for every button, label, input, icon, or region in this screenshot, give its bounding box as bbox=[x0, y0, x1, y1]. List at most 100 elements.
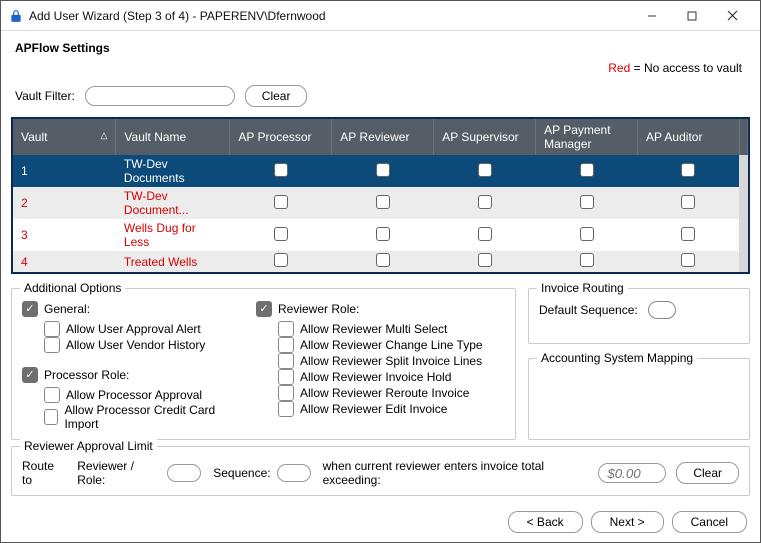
approval-clear-button[interactable]: Clear bbox=[676, 462, 739, 484]
grid-checkbox[interactable] bbox=[478, 253, 492, 267]
red-legend-word: Red bbox=[608, 61, 630, 75]
minimize-button[interactable] bbox=[632, 1, 672, 31]
grid-checkbox[interactable] bbox=[274, 227, 288, 241]
reviewer-option-checkbox[interactable] bbox=[278, 369, 294, 385]
grid-checkbox[interactable] bbox=[681, 163, 695, 177]
col-ap-auditor[interactable]: AP Auditor bbox=[637, 119, 739, 155]
maximize-button[interactable] bbox=[672, 1, 712, 31]
grid-checkbox[interactable] bbox=[681, 253, 695, 267]
next-button[interactable]: Next > bbox=[591, 511, 664, 533]
reviewer-role-label: Reviewer / Role: bbox=[77, 459, 161, 487]
col-ap-supervisor[interactable]: AP Supervisor bbox=[434, 119, 536, 155]
sequence-input[interactable] bbox=[277, 464, 311, 482]
grid-checkbox[interactable] bbox=[274, 253, 288, 267]
asm-legend: Accounting System Mapping bbox=[537, 351, 697, 365]
cell-vault-name: Treated Wells bbox=[116, 251, 230, 272]
reviewer-role-input[interactable] bbox=[167, 464, 201, 482]
table-row[interactable]: 2TW-Dev Document... bbox=[13, 187, 748, 219]
processor-option-checkbox[interactable] bbox=[44, 387, 60, 403]
col-ap-payment-manager[interactable]: AP Payment Manager bbox=[536, 119, 638, 155]
additional-options-legend: Additional Options bbox=[20, 281, 125, 295]
grid-checkbox[interactable] bbox=[580, 163, 594, 177]
scroll-gutter-cell bbox=[739, 155, 747, 187]
grid-checkbox[interactable] bbox=[274, 163, 288, 177]
general-option[interactable]: Allow User Approval Alert bbox=[44, 321, 232, 337]
cell-checkbox bbox=[536, 219, 638, 251]
reviewer-option-checkbox[interactable] bbox=[278, 353, 294, 369]
grid-checkbox[interactable] bbox=[376, 163, 390, 177]
cell-vault-id: 4 bbox=[13, 251, 116, 272]
default-sequence-label: Default Sequence: bbox=[539, 303, 638, 317]
cell-checkbox bbox=[332, 155, 434, 187]
general-option-checkbox[interactable] bbox=[44, 337, 60, 353]
processor-option-checkbox[interactable] bbox=[44, 409, 58, 425]
cancel-button[interactable]: Cancel bbox=[672, 511, 747, 533]
col-ap-reviewer[interactable]: AP Reviewer bbox=[332, 119, 434, 155]
vault-filter-input[interactable] bbox=[85, 86, 235, 106]
approval-legend: Reviewer Approval Limit bbox=[20, 439, 157, 453]
processor-checkbox[interactable] bbox=[22, 367, 38, 383]
reviewer-option-checkbox[interactable] bbox=[278, 401, 294, 417]
processor-option[interactable]: Allow Processor Approval bbox=[44, 387, 232, 403]
col-ap-processor[interactable]: AP Processor bbox=[230, 119, 332, 155]
reviewer-option-checkbox[interactable] bbox=[278, 337, 294, 353]
back-button[interactable]: < Back bbox=[508, 511, 583, 533]
cell-checkbox bbox=[637, 219, 739, 251]
reviewer-option[interactable]: Allow Reviewer Invoice Hold bbox=[278, 369, 483, 385]
table-row[interactable]: 3Wells Dug for Less bbox=[13, 219, 748, 251]
reviewer-option-checkbox[interactable] bbox=[278, 385, 294, 401]
reviewer-option[interactable]: Allow Reviewer Edit Invoice bbox=[278, 401, 483, 417]
default-sequence-input[interactable] bbox=[648, 301, 676, 319]
grid-checkbox[interactable] bbox=[376, 195, 390, 209]
vault-grid: Vault△ Vault Name AP Processor AP Review… bbox=[11, 117, 750, 274]
col-vault[interactable]: Vault△ bbox=[13, 119, 116, 155]
grid-checkbox[interactable] bbox=[580, 253, 594, 267]
reviewer-checkbox[interactable] bbox=[256, 301, 272, 317]
cell-vault-name: TW-Dev Document... bbox=[116, 187, 230, 219]
window-title: Add User Wizard (Step 3 of 4) - PAPERENV… bbox=[29, 9, 326, 23]
vault-filter-clear-button[interactable]: Clear bbox=[245, 85, 308, 107]
grid-checkbox[interactable] bbox=[681, 195, 695, 209]
vault-filter-row: Vault Filter: Clear bbox=[1, 81, 760, 117]
grid-header-row: Vault△ Vault Name AP Processor AP Review… bbox=[13, 119, 748, 155]
cell-checkbox bbox=[230, 155, 332, 187]
reviewer-option[interactable]: Allow Reviewer Change Line Type bbox=[278, 337, 483, 353]
general-header[interactable]: General: bbox=[22, 301, 232, 317]
when-text: when current reviewer enters invoice tot… bbox=[323, 459, 593, 487]
grid-checkbox[interactable] bbox=[274, 195, 288, 209]
invoice-routing-legend: Invoice Routing bbox=[537, 281, 628, 295]
reviewer-option[interactable]: Allow Reviewer Reroute Invoice bbox=[278, 385, 483, 401]
general-option-checkbox[interactable] bbox=[44, 321, 60, 337]
grid-checkbox[interactable] bbox=[580, 195, 594, 209]
table-row[interactable]: 1TW-Dev Documents bbox=[13, 155, 748, 187]
cell-vault-id: 3 bbox=[13, 219, 116, 251]
grid-checkbox[interactable] bbox=[376, 227, 390, 241]
grid-checkbox[interactable] bbox=[478, 227, 492, 241]
reviewer-option-label: Allow Reviewer Change Line Type bbox=[300, 338, 483, 352]
general-option-label: Allow User Approval Alert bbox=[66, 322, 201, 336]
grid-checkbox[interactable] bbox=[478, 163, 492, 177]
cell-checkbox bbox=[637, 187, 739, 219]
sequence-label: Sequence: bbox=[213, 466, 270, 480]
grid-checkbox[interactable] bbox=[580, 227, 594, 241]
general-checkbox[interactable] bbox=[22, 301, 38, 317]
cell-checkbox bbox=[332, 187, 434, 219]
reviewer-header[interactable]: Reviewer Role: bbox=[256, 301, 483, 317]
table-row[interactable]: 4Treated Wells bbox=[13, 251, 748, 272]
reviewer-option[interactable]: Allow Reviewer Split Invoice Lines bbox=[278, 353, 483, 369]
processor-option[interactable]: Allow Processor Credit Card Import bbox=[44, 403, 232, 431]
scroll-gutter-cell bbox=[739, 219, 747, 251]
grid-checkbox[interactable] bbox=[681, 227, 695, 241]
cell-checkbox bbox=[230, 219, 332, 251]
close-button[interactable] bbox=[712, 1, 752, 31]
reviewer-label: Reviewer Role: bbox=[278, 302, 359, 316]
general-option[interactable]: Allow User Vendor History bbox=[44, 337, 232, 353]
col-vault-name[interactable]: Vault Name bbox=[116, 119, 230, 155]
exceeding-amount-input[interactable] bbox=[598, 463, 666, 483]
grid-checkbox[interactable] bbox=[376, 253, 390, 267]
processor-header[interactable]: Processor Role: bbox=[22, 367, 232, 383]
reviewer-option-checkbox[interactable] bbox=[278, 321, 294, 337]
grid-checkbox[interactable] bbox=[478, 195, 492, 209]
cell-vault-id: 1 bbox=[13, 155, 116, 187]
reviewer-option[interactable]: Allow Reviewer Multi Select bbox=[278, 321, 483, 337]
